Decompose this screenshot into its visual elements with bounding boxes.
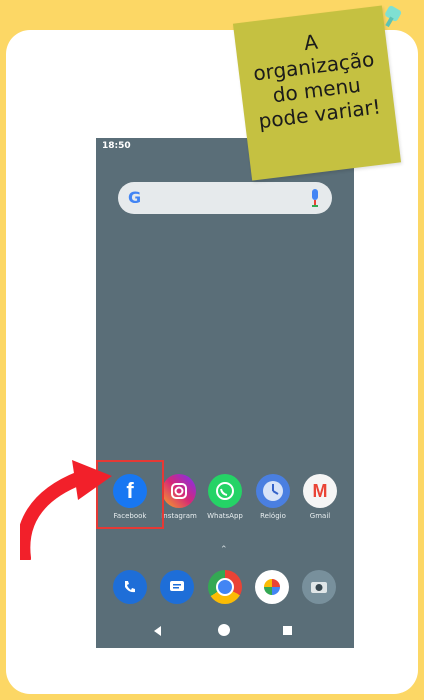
app-clock[interactable]: Relógio — [248, 474, 298, 520]
phone-screen: 18:50 G f Facebook Instagram WhatsApp Re… — [96, 138, 354, 648]
phone-icon[interactable] — [113, 570, 147, 604]
google-logo-icon: G — [128, 188, 142, 207]
app-label-gmail: Gmail — [309, 512, 331, 520]
pin-icon — [385, 5, 402, 28]
gmail-icon: M — [303, 474, 337, 508]
clock-icon — [256, 474, 290, 508]
photos-icon[interactable] — [255, 570, 289, 604]
home-icon[interactable] — [218, 624, 230, 636]
arrow-icon — [20, 460, 112, 560]
app-label-clock: Relógio — [260, 512, 286, 520]
instagram-icon — [162, 474, 196, 508]
back-icon[interactable] — [154, 626, 161, 636]
messages-icon[interactable] — [160, 570, 194, 604]
app-drawer-chevron-icon[interactable]: ⌃ — [220, 545, 228, 555]
status-time: 18:50 — [102, 141, 131, 151]
whatsapp-icon — [208, 474, 242, 508]
camera-icon[interactable] — [302, 570, 336, 604]
app-label-whatsapp: WhatsApp — [207, 512, 243, 520]
app-gmail[interactable]: M Gmail — [295, 474, 345, 520]
navigation-bar — [96, 614, 354, 648]
recent-apps-icon[interactable] — [283, 626, 292, 635]
google-search-bar[interactable]: G — [118, 182, 332, 214]
chrome-icon[interactable] — [208, 570, 242, 604]
app-whatsapp[interactable]: WhatsApp — [200, 474, 250, 520]
sticky-note-text: A organização do menu pode variar! — [251, 29, 382, 134]
mic-icon[interactable] — [310, 189, 320, 207]
sticky-note: A organização do menu pode variar! — [232, 5, 402, 181]
